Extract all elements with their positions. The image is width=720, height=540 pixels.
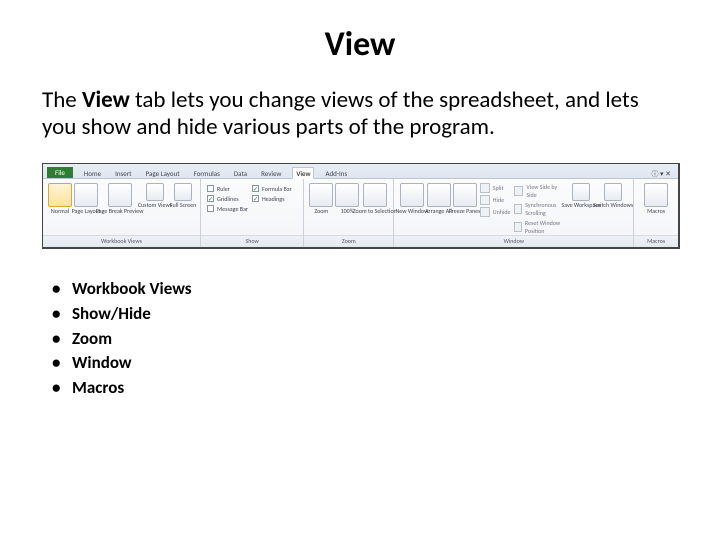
full-screen-icon (174, 183, 192, 201)
body-text: The View tab lets you change views of th… (42, 87, 678, 141)
body-prefix: The (42, 86, 82, 114)
sync-scroll-icon (514, 204, 522, 214)
body-tabname: View (82, 86, 130, 114)
btn-page-layout: Page Layout (75, 183, 97, 214)
save-workspace-icon (572, 183, 590, 201)
bullet-macros: Macros (48, 376, 678, 401)
btn-full-screen: Full Screen (172, 183, 194, 208)
bullet-list: Workbook Views Show/Hide Zoom Window Mac… (42, 277, 678, 400)
chk-gridlines: ✓Gridlines (207, 195, 248, 202)
group-label-show: Show (201, 235, 303, 247)
btn-page-break-preview: Page Break Preview (101, 183, 137, 214)
excel-view-ribbon-screenshot: File Home Insert Page Layout Formulas Da… (42, 163, 680, 249)
group-window: New Window Arrange All Freeze Panes Spli… (394, 179, 634, 247)
reset-window-icon (514, 222, 521, 232)
ribbon-tab-insert: Insert (112, 168, 134, 178)
arrange-all-icon (427, 183, 451, 207)
ribbon-tab-addins: Add-Ins (322, 168, 350, 178)
normal-icon (48, 183, 72, 207)
ribbon-tab-home: Home (81, 168, 104, 178)
page-layout-icon (74, 183, 98, 207)
zoom-selection-icon (363, 183, 387, 207)
body-rest: tab lets you change views of the spreads… (42, 86, 639, 141)
ribbon-tab-formulas: Formulas (191, 168, 223, 178)
custom-views-icon (146, 183, 164, 201)
btn-switch-windows: Switch Windows (599, 183, 627, 208)
btn-freeze-panes: Freeze Panes (454, 183, 476, 214)
btn-macros: Macros (644, 183, 668, 214)
chk-ruler: Ruler (207, 185, 248, 192)
chk-headings: ✓Headings (252, 195, 292, 202)
group-workbook-views: Normal Page Layout Page Break Preview Cu… (43, 179, 201, 247)
group-label-macros: Macros (634, 235, 678, 247)
btn-save-workspace: Save Workspace (567, 183, 595, 208)
side-by-side-icon (514, 186, 523, 196)
btn-new-window: New Window (400, 183, 423, 214)
help-icon: ⓘ ▾ ✕ (648, 168, 674, 178)
unhide-icon (480, 207, 490, 217)
macros-icon (644, 183, 668, 207)
group-label-window: Window (394, 235, 633, 247)
window-small-left: Split Hide Unhide (480, 183, 511, 217)
zoom-icon (309, 183, 333, 207)
ribbon-tab-data: Data (231, 168, 250, 178)
btn-arrange-all: Arrange All (428, 183, 450, 214)
new-window-icon (400, 183, 424, 207)
btn-zoom: Zoom (310, 183, 332, 214)
hide-icon (480, 195, 490, 205)
chk-formula-bar: ✓Formula Bar (252, 185, 292, 192)
btn-normal: Normal (49, 183, 71, 214)
freeze-panes-icon (453, 183, 477, 207)
bullet-window: Window (48, 351, 678, 376)
chk-message-bar: Message Bar (207, 205, 248, 212)
page-break-icon (108, 183, 132, 207)
bullet-workbook-views: Workbook Views (48, 277, 678, 302)
ribbon-tab-view: View (292, 167, 314, 179)
group-label-workbook-views: Workbook Views (43, 235, 200, 247)
ribbon-tab-review: Review (258, 168, 284, 178)
ribbon-groups: Normal Page Layout Page Break Preview Cu… (43, 179, 678, 247)
btn-custom-views: Custom Views (142, 183, 168, 208)
ribbon-tab-page-layout: Page Layout (143, 168, 183, 178)
group-label-zoom: Zoom (304, 235, 393, 247)
switch-windows-icon (604, 183, 622, 201)
btn-zoom-selection: Zoom to Selection (362, 183, 387, 214)
split-icon (480, 183, 490, 193)
group-zoom: Zoom 100% Zoom to Selection Zoom (304, 179, 394, 247)
bullet-zoom: Zoom (48, 327, 678, 352)
slide-title: View (42, 24, 678, 65)
window-small-right: View Side by Side Synchronous Scrolling … (514, 183, 563, 235)
group-macros: Macros Macros (634, 179, 678, 247)
group-show: Ruler ✓Gridlines Message Bar ✓Formula Ba… (201, 179, 304, 247)
100-icon (335, 183, 359, 207)
slide: View The View tab lets you change views … (0, 0, 720, 540)
ribbon-tabs: File Home Insert Page Layout Formulas Da… (43, 164, 678, 179)
ribbon-tab-file: File (47, 167, 73, 178)
bullet-show-hide: Show/Hide (48, 302, 678, 327)
